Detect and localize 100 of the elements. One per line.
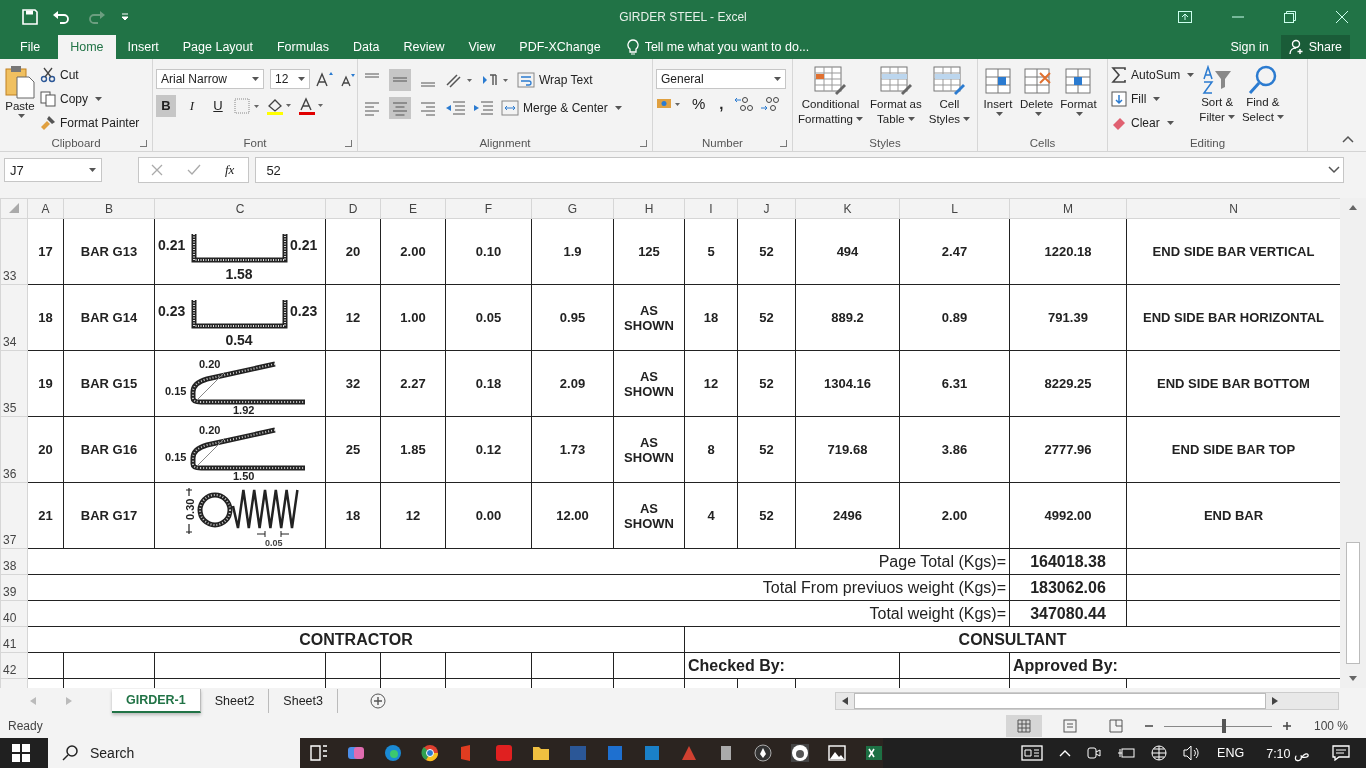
column-header[interactable]: G xyxy=(531,198,614,219)
ribbon-tab[interactable]: Formulas xyxy=(264,34,342,59)
ribbon-tab[interactable]: View xyxy=(456,34,508,59)
column-header[interactable]: I xyxy=(684,198,738,219)
scroll-down-icon[interactable] xyxy=(1349,676,1357,683)
fill-button[interactable]: Fill xyxy=(1111,88,1195,110)
app-icon[interactable] xyxy=(643,744,661,762)
column-header[interactable]: H xyxy=(613,198,685,219)
insert-function-button[interactable]: fx xyxy=(225,162,235,179)
search-field[interactable]: Search xyxy=(48,738,300,768)
zoom-level[interactable]: 100 % xyxy=(1313,719,1348,734)
battery-icon[interactable] xyxy=(1117,746,1136,760)
column-header[interactable]: K xyxy=(795,198,900,219)
column-header[interactable]: B xyxy=(63,198,155,219)
increase-decimal-icon[interactable] xyxy=(733,94,754,113)
row-header[interactable]: 37 xyxy=(0,482,28,549)
vertical-align-icon[interactable] xyxy=(389,68,411,91)
cells-button[interactable]: Delete xyxy=(1018,62,1056,118)
row-header[interactable]: 41 xyxy=(0,626,28,653)
app-icon[interactable] xyxy=(347,744,365,762)
sheet-tab[interactable]: Sheet3 xyxy=(269,689,338,714)
dialog-launcher-icon[interactable] xyxy=(780,140,787,148)
dialog-launcher-icon[interactable] xyxy=(640,140,647,148)
grow-font-icon[interactable] xyxy=(316,70,334,87)
app-icon[interactable] xyxy=(680,744,698,762)
column-header[interactable]: F xyxy=(445,198,532,219)
cells-button[interactable]: Format xyxy=(1058,62,1099,118)
ribbon-display-icon[interactable] xyxy=(1178,11,1192,24)
column-header[interactable]: D xyxy=(325,198,381,219)
row-header[interactable]: 42 xyxy=(0,652,28,679)
scroll-right-icon[interactable] xyxy=(1272,697,1278,706)
column-header[interactable]: C xyxy=(154,198,326,219)
slider-thumb[interactable] xyxy=(1222,719,1227,734)
row-header[interactable]: 39 xyxy=(0,574,28,601)
language-indicator[interactable]: ENG xyxy=(1217,746,1245,760)
add-sheet-icon[interactable] xyxy=(370,693,386,710)
column-header[interactable]: E xyxy=(380,198,446,219)
spreadsheet-icon[interactable] xyxy=(865,744,883,762)
customize-icon[interactable] xyxy=(120,12,130,23)
browser-icon[interactable] xyxy=(421,744,439,762)
ribbon-tab[interactable]: File xyxy=(0,34,59,59)
scroll-up-icon[interactable] xyxy=(1349,204,1357,211)
cut-button[interactable]: Cut xyxy=(40,64,140,86)
increase-indent-icon[interactable] xyxy=(473,98,495,117)
expand-icon[interactable] xyxy=(1328,166,1340,175)
clock[interactable]: 7:10 ص xyxy=(1266,745,1310,761)
format-painter-button[interactable]: Format Painter xyxy=(40,112,140,134)
bold-button[interactable]: B xyxy=(156,94,176,117)
zoom-in-icon[interactable] xyxy=(1281,721,1292,732)
decrease-decimal-icon[interactable] xyxy=(759,94,780,113)
scroll-left-icon[interactable] xyxy=(842,697,848,706)
column-header[interactable]: L xyxy=(899,198,1010,219)
sheet-tab[interactable]: GIRDER-1 xyxy=(112,689,201,714)
ribbon-tab[interactable]: Home xyxy=(58,34,116,59)
number-format-field[interactable]: General xyxy=(656,68,786,89)
restore-icon[interactable] xyxy=(1284,11,1296,24)
ribbon-tab[interactable]: Data xyxy=(341,34,392,59)
percent-style-button[interactable]: % xyxy=(688,95,710,113)
styles-button[interactable]: Cell Styles xyxy=(926,62,973,129)
column-header[interactable]: N xyxy=(1126,198,1340,219)
app-icon[interactable] xyxy=(495,744,513,762)
row-header[interactable]: 33 xyxy=(0,218,28,285)
find-select-button[interactable]: Find & Select xyxy=(1239,62,1286,127)
volume-icon[interactable] xyxy=(1183,745,1202,761)
news-icon[interactable] xyxy=(1021,745,1044,761)
dialog-launcher-icon[interactable] xyxy=(345,140,352,148)
collapse-ribbon-icon[interactable] xyxy=(1342,135,1354,144)
row-header[interactable]: 40 xyxy=(0,600,28,627)
dialog-launcher-icon[interactable] xyxy=(140,140,147,148)
start-icon[interactable] xyxy=(12,744,30,762)
sort-filter-button[interactable]: Sort & Filter xyxy=(1197,62,1237,127)
column-header[interactable]: A xyxy=(27,198,64,219)
sheet-tab[interactable]: Sheet2 xyxy=(200,689,270,714)
ribbon-tab[interactable]: PDF-XChange xyxy=(507,34,613,59)
font-name-field[interactable]: Arial Narrow xyxy=(156,68,264,89)
clear-button[interactable]: Clear xyxy=(1111,112,1195,134)
underline-button[interactable]: U xyxy=(208,94,228,117)
formula-input[interactable]: 52 xyxy=(255,157,1344,184)
font-size-field[interactable]: 12 xyxy=(270,68,310,89)
chevron-up-icon[interactable] xyxy=(1059,749,1072,757)
decrease-indent-icon[interactable] xyxy=(445,98,467,117)
sign-in-link[interactable]: Sign in xyxy=(1218,34,1281,59)
picture-icon[interactable] xyxy=(828,744,846,762)
row-header[interactable]: 36 xyxy=(0,416,28,483)
comma-style-button[interactable]: , xyxy=(715,95,728,113)
cells-button[interactable]: Insert xyxy=(981,62,1015,118)
row-header[interactable]: 34 xyxy=(0,284,28,351)
ribbon-tab[interactable]: Page Layout xyxy=(170,34,265,59)
name-box[interactable]: J7 xyxy=(4,158,102,183)
row-header[interactable]: 38 xyxy=(0,548,28,575)
ribbon-tab[interactable]: Review xyxy=(391,34,457,59)
normal-view-icon[interactable] xyxy=(1005,715,1042,738)
notifications-icon[interactable] xyxy=(1332,745,1350,761)
row-header[interactable]: 35 xyxy=(0,350,28,417)
browser-icon[interactable] xyxy=(384,744,402,762)
share-button[interactable]: Share xyxy=(1280,34,1350,59)
app-icon[interactable] xyxy=(606,744,624,762)
task-view-icon[interactable] xyxy=(310,745,328,761)
scroll-thumb[interactable] xyxy=(854,693,1266,710)
font-color-icon[interactable] xyxy=(298,96,324,115)
